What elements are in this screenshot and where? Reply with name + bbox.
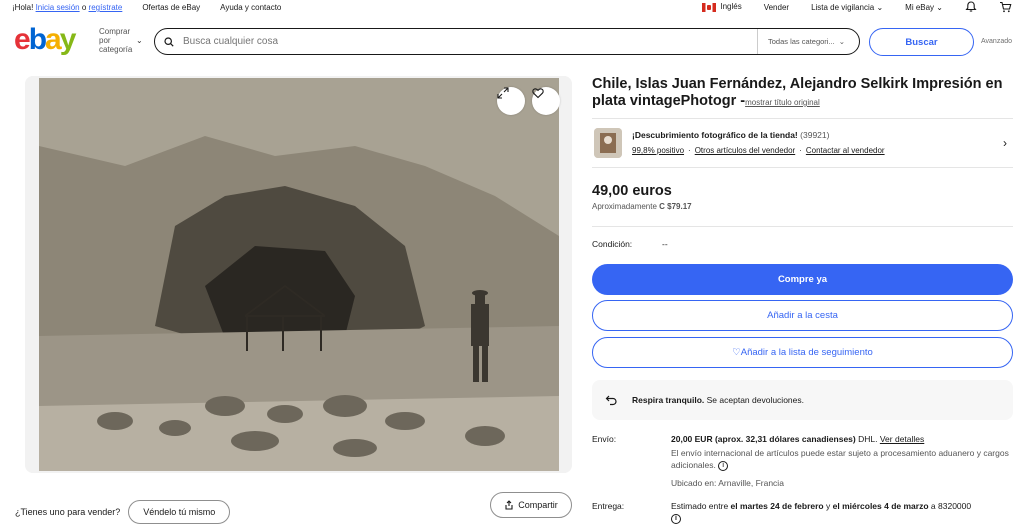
expand-icon [497, 87, 509, 99]
help-link[interactable]: Ayuda y contacto [220, 3, 281, 12]
chevron-down-icon: ⌄ [876, 2, 884, 12]
shipping-details-link[interactable]: Ver detalles [880, 434, 924, 444]
seller-positive-link[interactable]: 99,8% positivo [632, 146, 684, 155]
item-title: Chile, Islas Juan Fernández, Alejandro S… [592, 76, 1003, 109]
item-location: Ubicado en: Arnaville, Francia [671, 478, 784, 488]
canada-flag-icon [702, 2, 717, 12]
sell-one-button[interactable]: Véndelo tú mismo [128, 500, 231, 524]
sell-prompt: ¿Tienes uno para vender? Véndelo tú mism… [15, 500, 231, 524]
share-button[interactable]: Compartir [490, 492, 572, 518]
add-to-watchlist-button[interactable]: ♡ Añadir a la lista de seguimiento [592, 337, 1013, 368]
chevron-right-icon[interactable]: › [1003, 136, 1007, 150]
expand-button[interactable] [497, 87, 525, 115]
category-select[interactable]: Todas las categori... ⌄ [757, 29, 859, 54]
greeting: ¡Hola! Inicia sesión o regístrate [12, 3, 123, 12]
show-original-title-link[interactable]: mostrar título original [745, 98, 820, 107]
info-icon[interactable]: i [671, 513, 681, 524]
return-arrow-icon [605, 395, 617, 406]
returns-banner: Respira tranquilo. Se aceptan devolucion… [592, 380, 1013, 420]
shop-by-category[interactable]: Comprar por categoría [99, 27, 133, 54]
header: ebay Comprar por categoría ⌄ Todas las c… [0, 16, 1024, 68]
advanced-search-link[interactable]: Avanzado [981, 38, 1012, 45]
search-bar: Todas las categori...⌄ [154, 28, 860, 55]
sell-link[interactable]: Vender [764, 3, 789, 12]
item-image[interactable] [25, 76, 572, 473]
watchlist-menu[interactable]: Lista de vigilancia ⌄ [811, 3, 883, 12]
seller-avatar [594, 128, 622, 158]
ebay-logo[interactable]: ebay [14, 22, 76, 58]
cart-icon[interactable] [999, 1, 1012, 13]
signin-link[interactable]: Inicia sesión [36, 3, 80, 12]
seller-feedback-count: (39921) [800, 130, 830, 140]
deals-link[interactable]: Ofertas de eBay [142, 3, 200, 12]
share-icon [505, 500, 513, 510]
search-button[interactable]: Buscar [869, 28, 974, 56]
seller-card[interactable]: ¡Descubrimiento fotográfico de la tienda… [592, 118, 1013, 168]
heart-icon [532, 88, 544, 99]
add-to-cart-button[interactable]: Añadir a la cesta [592, 300, 1013, 331]
search-icon [155, 36, 183, 47]
register-link[interactable]: regístrate [89, 3, 123, 12]
chevron-down-icon: ⌄ [838, 37, 845, 46]
approx-price: Aproximadamente C $79.17 [592, 202, 692, 211]
bell-icon[interactable] [965, 1, 977, 13]
watch-heart-button[interactable] [532, 87, 560, 115]
top-bar: ¡Hola! Inicia sesión o regístrate Oferta… [0, 0, 1024, 16]
chevron-down-icon[interactable]: ⌄ [136, 36, 143, 45]
buy-now-button[interactable]: Compre ya [592, 264, 1013, 295]
heart-icon: ♡ [732, 347, 741, 358]
seller-name: ¡Descubrimiento fotográfico de la tienda… [632, 130, 830, 140]
contact-seller-link[interactable]: Contactar al vendedor [806, 146, 885, 155]
item-price: 49,00 euros [592, 183, 672, 199]
chevron-down-icon: ⌄ [936, 2, 943, 12]
search-input[interactable] [183, 36, 757, 47]
photo-image [25, 76, 572, 473]
myebay-menu[interactable]: Mi eBay ⌄ [905, 3, 943, 12]
language-selector[interactable]: Inglés [702, 2, 742, 12]
info-icon[interactable]: i [718, 460, 729, 471]
divider [592, 226, 1013, 227]
condition-row: Condición: -- [592, 239, 668, 249]
seller-other-items-link[interactable]: Otros artículos del vendedor [695, 146, 796, 155]
